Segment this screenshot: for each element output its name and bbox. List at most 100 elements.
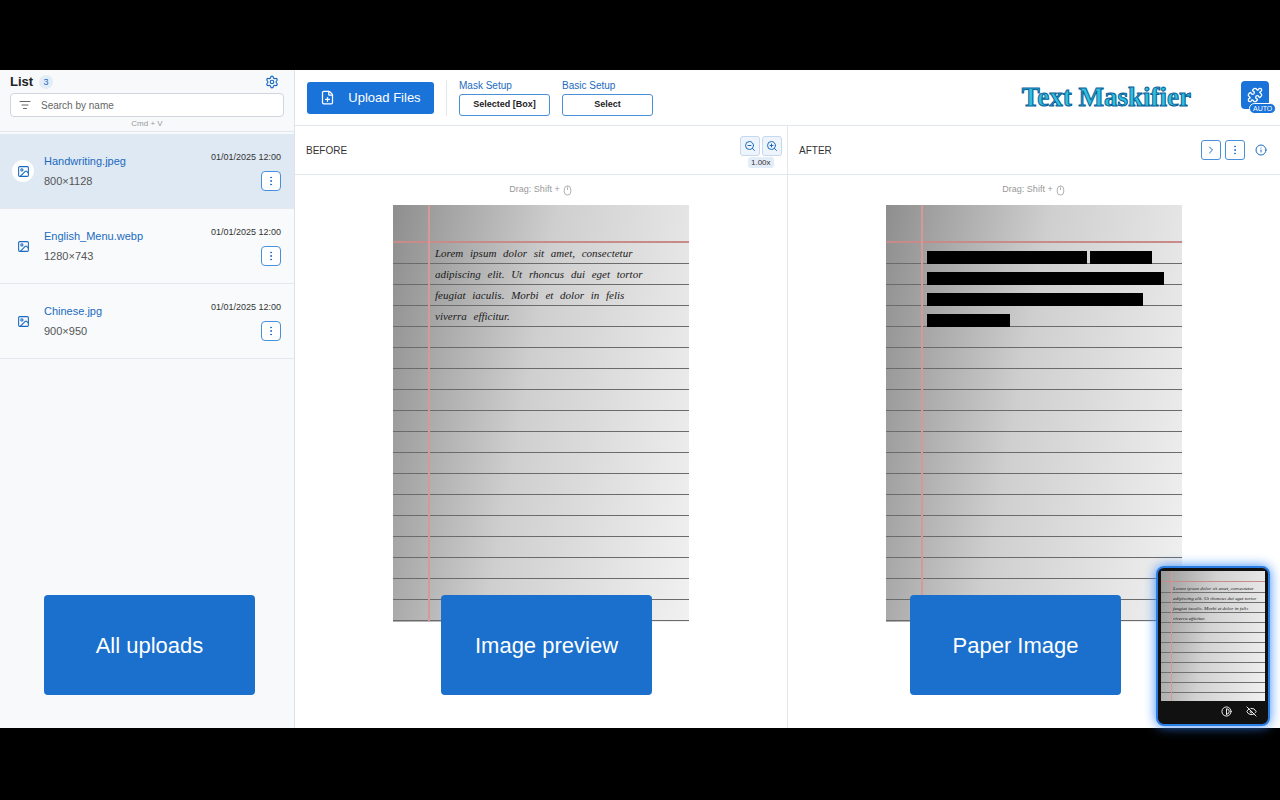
mask-setup-button[interactable]: Selected [Box] [459, 94, 550, 116]
handwriting-line: feugiat iaculis. Morbi et dolor in felis [435, 285, 689, 306]
masks [886, 205, 1182, 335]
basic-setup-label: Basic Setup [562, 80, 653, 92]
margin-line-left [1171, 571, 1172, 701]
mask-row [927, 293, 1182, 314]
zoom-out-button[interactable] [740, 136, 760, 156]
app-window: List3Search by nameCmd + VHandwriting.jp… [0, 70, 1280, 728]
item-menu-button[interactable] [261, 171, 281, 191]
thumbnail-line: feugiat iaculis. Morbi et dolor in felis [1173, 604, 1265, 614]
mask-box [927, 293, 1143, 306]
eye-off-icon[interactable] [1246, 706, 1257, 717]
margin-line-top [886, 241, 1182, 243]
image-icon [17, 315, 30, 328]
chevron-right-icon [1205, 144, 1217, 156]
handwriting-line: Lorem ipsum dolor sit amet, consectetur [435, 243, 689, 264]
thumbnail-line: adipiscing elit. Ut rhoncus dui eget tor… [1173, 594, 1265, 604]
mouse-icon [562, 185, 573, 196]
mask-setup-label: Mask Setup [459, 80, 550, 92]
auto-badge: AUTO [1249, 103, 1276, 114]
more-icon [265, 175, 277, 187]
file-item[interactable]: English_Menu.webp 1280×74301/01/2025 12:0… [0, 209, 294, 284]
more-icon [1229, 144, 1241, 156]
mask-box [1090, 251, 1152, 264]
before-title: BEFORE [306, 143, 347, 158]
mask-box [927, 314, 1010, 327]
thumbnail-toolbar [1161, 701, 1265, 721]
app-logo: Text Maskifier [1022, 77, 1191, 118]
handwriting: Lorem ipsum dolor sit amet, consectetura… [393, 205, 689, 327]
after-pane: AFTER Drag: Shift + Paper Image Lorem ipsum… [788, 126, 1280, 728]
file-date: 01/01/2025 12:00 [211, 301, 281, 315]
info-icon[interactable] [1255, 144, 1267, 156]
margin-line-top [393, 241, 689, 243]
mask-box [927, 251, 1087, 264]
letterbox-top [0, 0, 1280, 70]
pane-menu-button[interactable] [1225, 140, 1245, 160]
file-item[interactable]: Handwriting.jpeg 800×112801/01/2025 12:00 [0, 134, 294, 209]
paper-image: Lorem ipsum dolor sit amet, consectetura… [1161, 571, 1265, 701]
zoom-badge: 1.00x [748, 157, 774, 168]
mask-row [927, 272, 1182, 293]
file-size: 800×1128 [44, 173, 211, 190]
mouse-icon [1055, 185, 1066, 196]
annotation-label: Paper Image [910, 595, 1121, 695]
zoom-out-icon [744, 140, 756, 152]
item-menu-button[interactable] [261, 321, 281, 341]
before-pane: BEFORE1.00xDrag: Shift +Lorem ipsum dolo… [295, 126, 788, 728]
zoom-in-icon [766, 140, 778, 152]
paper-image [886, 205, 1182, 622]
drag-hint: Drag: Shift + [509, 175, 572, 205]
gear-icon[interactable] [265, 75, 279, 89]
paper-image: Lorem ipsum dolor sit amet, consectetura… [393, 205, 689, 622]
margin-line-top [1161, 581, 1265, 582]
after-title: AFTER [799, 143, 832, 158]
handwriting-line: adipiscing elit. Ut rhoncus dui eget tor… [435, 264, 689, 285]
item-menu-button[interactable] [261, 246, 281, 266]
file-plus-icon [320, 90, 335, 105]
file-name: English_Menu.webp [44, 228, 211, 245]
file-size: 1280×743 [44, 248, 211, 265]
mask-box [927, 272, 1164, 285]
margin-line-left [428, 205, 430, 622]
puzzle-icon [1247, 87, 1263, 103]
more-icon [265, 250, 277, 262]
toolbar: Upload Files Mask Setup Selected [Box] Basi… [295, 70, 1280, 126]
count-badge: 3 [39, 75, 53, 89]
filter-icon [19, 99, 31, 111]
pane-header: AFTER [788, 126, 1280, 175]
file-date: 01/01/2025 12:00 [211, 226, 281, 240]
panes: BEFORE1.00xDrag: Shift +Lorem ipsum dolo… [295, 126, 1280, 728]
file-name: Handwriting.jpeg [44, 153, 211, 170]
sidebar: List3Search by nameCmd + VHandwriting.jp… [0, 70, 295, 728]
thumbnail-line: viverra efficitur. [1173, 614, 1265, 624]
annotation-label: All uploads [44, 595, 255, 695]
file-list: Handwriting.jpeg800×112801/01/2025 12:00… [0, 134, 294, 359]
image-icon [17, 240, 30, 253]
next-button[interactable] [1201, 140, 1221, 160]
list-title: List [10, 72, 33, 92]
file-name: Chinese.jpg [44, 303, 211, 320]
search-field[interactable]: Search by name [10, 93, 284, 117]
annotation-label: Image preview [441, 595, 652, 695]
handwriting-line: viverra efficitur. [435, 306, 689, 327]
mask-row [927, 314, 1182, 335]
file-item[interactable]: Chinese.jpg 900×95001/01/2025 12:00 [0, 284, 294, 359]
contrast-icon[interactable] [1221, 706, 1232, 717]
screen: List3Search by nameCmd + VHandwriting.jp… [0, 0, 1280, 800]
main-area: Upload Files Mask Setup Selected [Box] Basi… [295, 70, 1280, 728]
basic-setup-button[interactable]: Select [562, 94, 653, 116]
image-icon [17, 165, 30, 178]
margin-line-left [921, 205, 923, 622]
upload-button[interactable]: Upload Files [307, 82, 434, 114]
file-size: 900×950 [44, 323, 211, 340]
zoom-in-button[interactable] [762, 136, 782, 156]
thumbnail-preview[interactable]: Lorem ipsum dolor sit amet, consectetura… [1156, 566, 1270, 726]
file-date: 01/01/2025 12:00 [211, 151, 281, 165]
sidebar-header: List 3 [0, 70, 294, 92]
more-icon [265, 325, 277, 337]
letterbox-bottom [0, 728, 1280, 800]
drag-hint: Drag: Shift + [1002, 175, 1065, 205]
pane-header: BEFORE 1.00x [295, 126, 787, 175]
toolbar-divider [446, 80, 447, 116]
thumbnail-line: Lorem ipsum dolor sit amet, consectetur [1173, 584, 1265, 594]
